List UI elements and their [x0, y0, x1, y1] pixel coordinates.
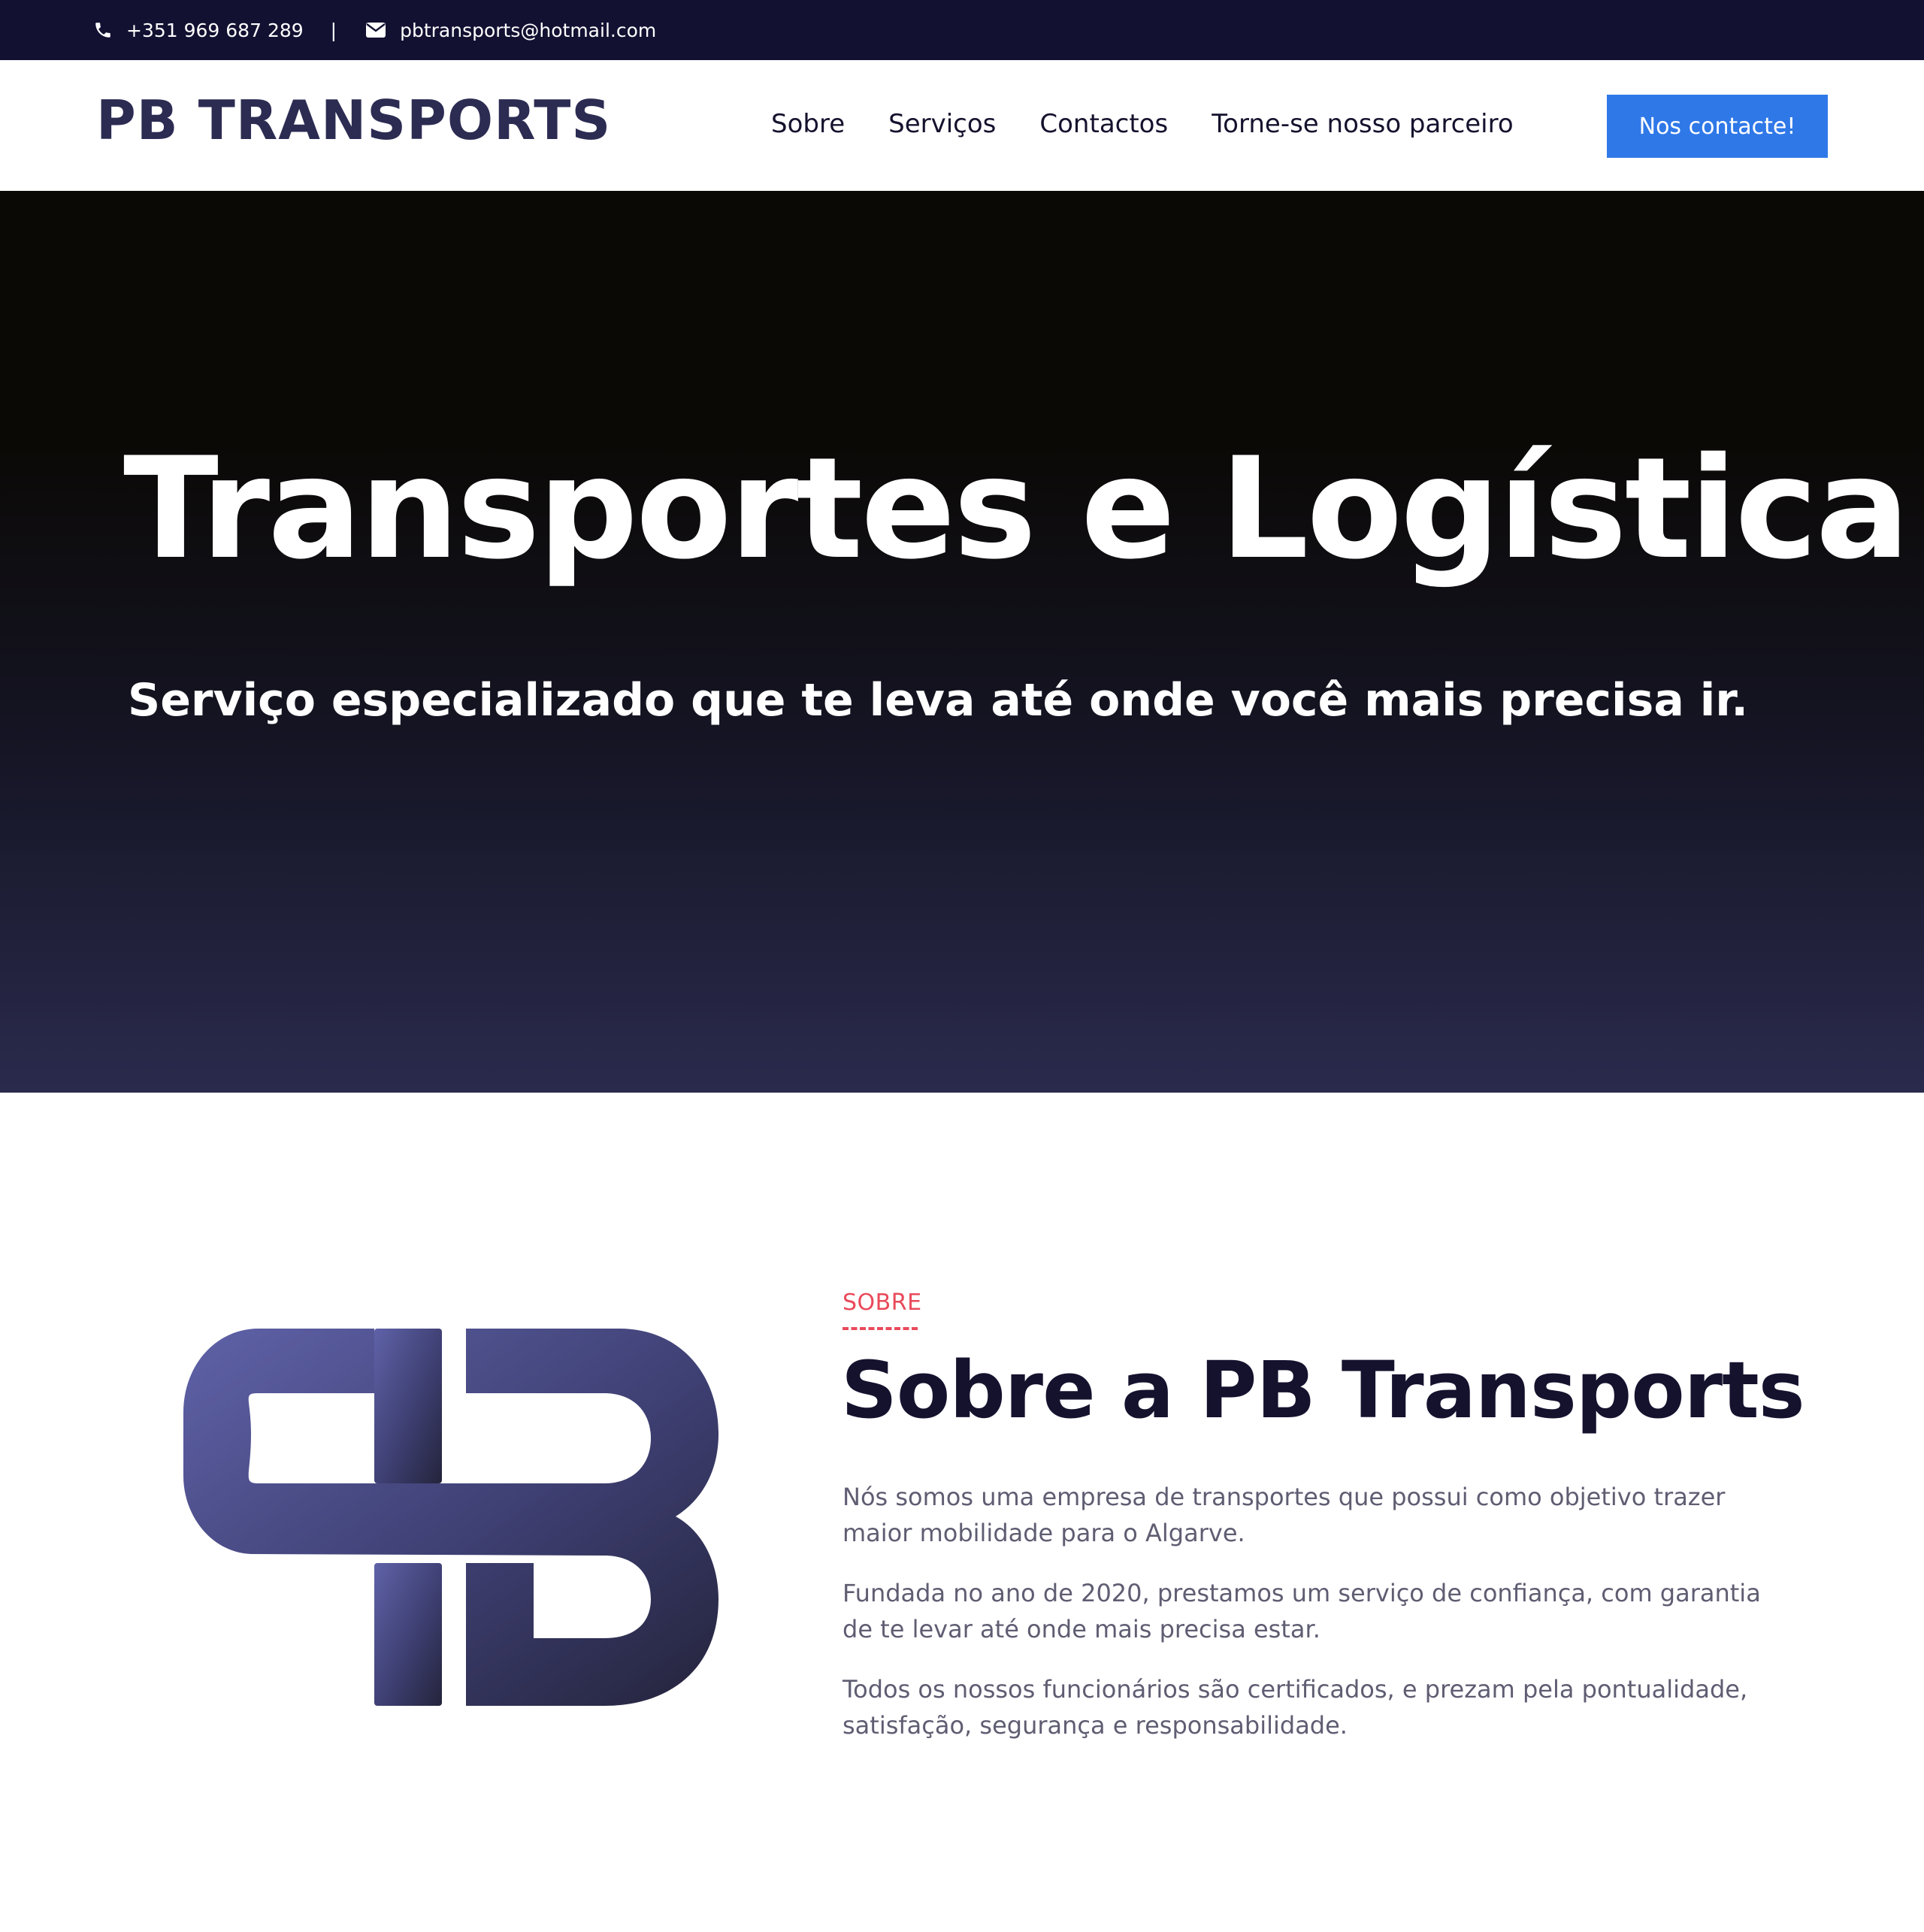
nav-item-contactos[interactable]: Contactos — [1039, 109, 1168, 139]
nav-item-servicos[interactable]: Serviços — [888, 109, 996, 139]
about-paragraph-2: Fundada no ano de 2020, prestamos um ser… — [843, 1579, 1761, 1643]
hero-subtitle: Serviço especializado que te leva até on… — [128, 674, 1749, 727]
kicker-underline — [843, 1327, 918, 1330]
envelope-icon — [365, 22, 386, 38]
hero-section: Transportes e Logística Serviço especial… — [0, 191, 1924, 1093]
main-nav: Sobre Serviços Contactos Torne-se nosso … — [771, 105, 1514, 143]
email-contact[interactable]: pbtransports@hotmail.com — [365, 20, 656, 41]
about-title: Sobre a PB Transports — [841, 1344, 1805, 1436]
top-contact-bar: +351 969 687 289 | pbtransports@hotmail.… — [0, 0, 1924, 60]
section-kicker: SOBRE — [843, 1290, 922, 1316]
pb-logo-image — [183, 1329, 722, 1706]
hero-title: Transportes e Logística — [123, 427, 1910, 590]
nav-item-parceiro[interactable]: Torne-se nosso parceiro — [1212, 109, 1513, 139]
email-address[interactable]: pbtransports@hotmail.com — [400, 20, 656, 41]
phone-number[interactable]: +351 969 687 289 — [126, 20, 304, 41]
contact-us-button[interactable]: Nos contacte! — [1607, 95, 1828, 158]
site-logo[interactable]: PB TRANSPORTS — [96, 93, 611, 147]
phone-icon — [93, 20, 113, 40]
about-paragraph-3: Todos os nossos funcionários são certifi… — [843, 1675, 1748, 1740]
phone-contact[interactable]: +351 969 687 289 — [93, 20, 304, 41]
site-header: PB TRANSPORTS Sobre Serviços Contactos T… — [0, 60, 1924, 191]
contact-separator: | — [330, 19, 337, 41]
about-paragraph-1: Nós somos uma empresa de transportes que… — [843, 1483, 1726, 1547]
nav-item-sobre[interactable]: Sobre — [771, 109, 845, 139]
